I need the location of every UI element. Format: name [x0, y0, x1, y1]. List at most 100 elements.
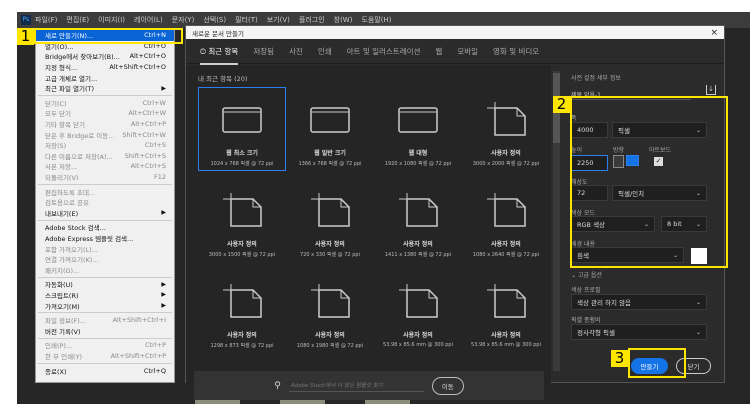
submenu-arrow-icon: ▶	[161, 291, 166, 299]
file-menu-item[interactable]: 종료(X) Ctrl+Q	[36, 365, 174, 376]
file-menu-item[interactable]: 되돌리기(V) F12	[36, 172, 174, 183]
file-menu-item[interactable]: 패키지(G)...	[36, 264, 174, 275]
file-menu-item[interactable]: 편집하도록 초대...	[36, 186, 174, 197]
menu-item-shortcut: Ctrl+P	[145, 341, 166, 350]
file-menu-item[interactable]: 검토용으로 공유	[36, 197, 174, 208]
annotation-number-3: 3	[611, 350, 628, 367]
menu-item-label: 되돌리기(V)	[45, 174, 79, 183]
preset-dimensions: 53.98 x 85.6 mm @ 300 ppi	[383, 342, 453, 348]
tab-4[interactable]: 아트 및 일러스트레이션	[347, 40, 421, 63]
file-menu-item[interactable]: 파일 정보(F)... Alt+Shift+Ctrl+I	[36, 315, 174, 326]
menu-separator	[38, 312, 172, 314]
file-menu-item[interactable]: 가져오기(M) ▶	[36, 300, 174, 311]
tab-7[interactable]: 영화 및 비디오	[493, 40, 539, 63]
menu-separator	[38, 362, 172, 364]
submenu-arrow-icon: ▶	[161, 209, 166, 217]
preset-card[interactable]: 사용자 정의 1411 x 1380 픽셀 @ 72 ppi	[374, 178, 462, 269]
pixel-ratio-value: 정사각형 픽셀	[577, 329, 615, 337]
menu-4[interactable]: 문자(Y)	[172, 15, 195, 25]
preset-card[interactable]: 사용자 정의 1298 x 873 픽셀 @ 72 ppi	[198, 269, 286, 360]
file-menu-item[interactable]: 다른 이름으로 저장(A)... Shift+Ctrl+S	[36, 151, 174, 162]
tab-5[interactable]: 웹	[435, 40, 442, 63]
tab-label: 영화 및 비디오	[493, 46, 540, 56]
submenu-arrow-icon: ▶	[161, 84, 166, 92]
submenu-arrow-icon: ▶	[161, 280, 166, 288]
preset-card[interactable]: 웹 대형 1920 x 1080 픽셀 @ 72 ppi	[374, 87, 462, 178]
menu-item-label: 파일 정보(F)...	[45, 317, 86, 326]
document-preset-icon	[217, 193, 267, 231]
preset-dimensions: 1024 x 768 픽셀 @ 72 ppi	[210, 161, 274, 167]
preset-card[interactable]: 사용자 정의 1080 x 1980 픽셀 @ 72 ppi	[286, 269, 374, 360]
save-preset-icon[interactable]: ↓	[706, 85, 716, 95]
menu-5[interactable]: 선택(S)	[203, 15, 226, 25]
web-preset-icon	[305, 102, 355, 140]
menu-9[interactable]: 창(W)	[334, 15, 353, 25]
file-menu-item[interactable]: Adobe Express 템플릿 검색...	[36, 233, 174, 244]
menu-8[interactable]: 플러그인	[299, 15, 325, 25]
pixel-ratio-select[interactable]: 정사각형 픽셀 ⌄	[571, 324, 707, 340]
preset-dimensions: 1298 x 873 픽셀 @ 72 ppi	[210, 343, 274, 349]
menu-item-label: 스크립트(R)	[45, 291, 79, 300]
menu-1[interactable]: 편집(E)	[66, 15, 89, 25]
tab-6[interactable]: 모바일	[457, 40, 478, 63]
menu-0[interactable]: 파일(F)	[35, 15, 57, 25]
file-menu-item[interactable]: 모두 닫기 Alt+Ctrl+W	[36, 108, 174, 119]
color-profile-select[interactable]: 색상 관리 하지 않음 ⌄	[571, 294, 707, 310]
tab-label: 웹	[435, 46, 443, 56]
menu-item-label: 인쇄(P)...	[45, 342, 73, 351]
dialog-title: 새로운 문서 만들기	[192, 29, 244, 38]
preset-tabs: 🕓︎ 최근 항목 저장됨 사진 인쇄 아트 및 일러스트레이션 웹 모바일 영화 및 비디오	[186, 39, 724, 65]
preset-card[interactable]: 웹 최소 크기 1024 x 768 픽셀 @ 72 ppi	[198, 87, 286, 171]
tab-2[interactable]: 사진	[289, 40, 303, 63]
file-menu-item[interactable]: 닫기(C) Ctrl+W	[36, 98, 174, 109]
menu-10[interactable]: 도움말(H)	[361, 15, 391, 25]
stock-go-button[interactable]: 이동	[431, 376, 464, 395]
file-menu-item[interactable]: 최근 파일 열기(T) ▶	[36, 83, 174, 94]
menu-6[interactable]: 필터(T)	[235, 15, 258, 25]
preset-card[interactable]: 사용자 정의 720 x 330 픽셀 @ 72 ppi	[286, 178, 374, 269]
preset-card[interactable]: 사용자 정의 1080 x 2640 픽셀 @ 72 ppi	[462, 178, 550, 269]
file-menu-item[interactable]: 인쇄(P)... Ctrl+P	[36, 340, 174, 351]
menu-separator	[38, 95, 172, 97]
menu-7[interactable]: 보기(V)	[267, 15, 290, 25]
stock-search-input[interactable]: Adobe Stock에서 더 많은 템플릿 찾기	[288, 379, 424, 392]
preset-card[interactable]: 사용자 정의 53.98 x 85.6 mm @ 300 ppi	[462, 269, 550, 360]
tab-0[interactable]: 🕓︎ 최근 항목	[200, 40, 239, 65]
menu-3[interactable]: 레이어(L)	[134, 15, 163, 25]
preset-name: 사용자 정의	[315, 241, 345, 248]
file-menu-item[interactable]: 스크립트(R) ▶	[36, 290, 174, 301]
dialog-titlebar: 새로운 문서 만들기 ×	[186, 26, 724, 39]
file-menu-item[interactable]: 포함 가져오기(L)...	[36, 243, 174, 254]
web-preset-icon	[217, 102, 267, 140]
scrollbar[interactable]	[553, 71, 560, 371]
file-menu-item[interactable]: 내보내기(E) ▶	[36, 208, 174, 219]
tab-3[interactable]: 인쇄	[318, 40, 332, 63]
file-menu-item[interactable]: 기타 항목 닫기 Alt+Ctrl+P	[36, 119, 174, 130]
tab-label: 사진	[289, 46, 303, 56]
preset-card[interactable]: 사용자 정의 3000 x 2000 픽셀 @ 72 ppi	[462, 87, 550, 178]
preset-card[interactable]: 사용자 정의 3000 x 1500 픽셀 @ 72 ppi	[198, 178, 286, 269]
file-menu-item[interactable]: 닫은 후 Bridge로 이동... Shift+Ctrl+W	[36, 129, 174, 140]
file-menu-item[interactable]: 한 부 인쇄(Y) Alt+Shift+Ctrl+P	[36, 351, 174, 362]
file-menu-item[interactable]: Adobe Stock 검색...	[36, 222, 174, 233]
file-menu-item[interactable]: 저장(S) Ctrl+S	[36, 140, 174, 151]
tab-1[interactable]: 저장됨	[253, 40, 274, 63]
menu-item-label: 닫기(C)	[45, 99, 67, 108]
submenu-arrow-icon: ▶	[161, 302, 166, 310]
advanced-options-toggle[interactable]: ⌄ 고급 옵션	[571, 270, 602, 279]
file-menu-item[interactable]: 지정 형식... Alt+Shift+Ctrl+O	[36, 62, 174, 73]
preset-card[interactable]: 웹 일반 크기 1366 x 768 픽셀 @ 72 ppi	[286, 87, 374, 178]
file-menu-item[interactable]: 자동화(U) ▶	[36, 279, 174, 290]
preset-card[interactable]: 사용자 정의 53.98 x 85.6 mm @ 300 ppi	[374, 269, 462, 360]
preset-name: 웹 대형	[408, 150, 428, 157]
file-menu-item[interactable]: 연결 가져오기(K)...	[36, 254, 174, 265]
file-menu-item[interactable]: Bridge에서 찾아보기(B)... Alt+Ctrl+O	[36, 51, 174, 62]
close-icon[interactable]: ×	[710, 28, 718, 38]
menu-separator	[38, 337, 172, 339]
file-menu-item[interactable]: 사본 저장... Alt+Ctrl+S	[36, 161, 174, 172]
menu-2[interactable]: 이미지(I)	[98, 15, 125, 25]
menu-item-shortcut: F12	[153, 173, 166, 182]
file-menu-item[interactable]: 고급 개체로 열기...	[36, 72, 174, 83]
stock-search-bar: ⚲ Adobe Stock에서 더 많은 템플릿 찾기 이동	[194, 371, 544, 400]
file-menu-item[interactable]: 버전 기록(V)	[36, 325, 174, 336]
